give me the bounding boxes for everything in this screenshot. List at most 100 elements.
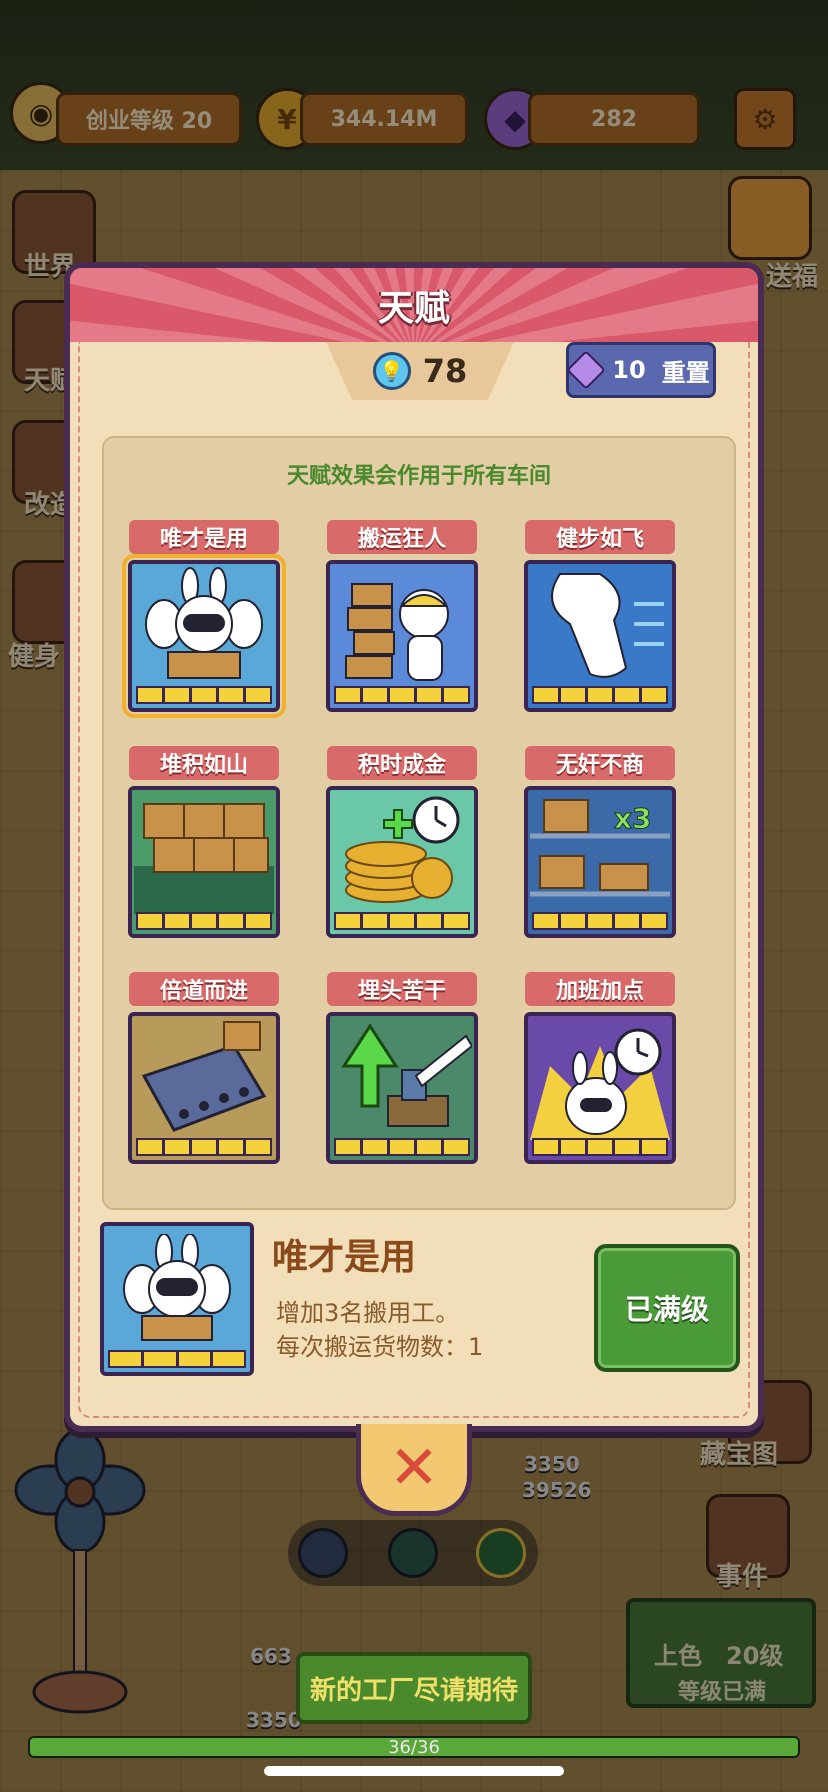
talent-level-bar — [136, 1138, 272, 1156]
level-segment — [363, 914, 387, 928]
level-segment — [390, 914, 414, 928]
level-segment — [561, 1140, 585, 1154]
talent-card[interactable] — [128, 786, 280, 938]
shelf-x3-icon: x3 — [528, 790, 672, 914]
close-button[interactable]: ✕ — [356, 1424, 472, 1516]
level-segment — [615, 688, 639, 702]
talent-item[interactable]: 埋头苦干 — [324, 972, 480, 1164]
level-segment — [615, 1140, 639, 1154]
level-segment — [246, 1140, 270, 1154]
level-segment — [444, 688, 468, 702]
talent-item[interactable]: 倍道而进 — [126, 972, 282, 1164]
talent-level-bar — [532, 912, 668, 930]
level-segment — [219, 688, 243, 702]
talent-name: 健步如飞 — [525, 520, 675, 554]
level-segment — [165, 688, 189, 702]
hammer-up-icon — [330, 1016, 474, 1140]
level-segment — [444, 1140, 468, 1154]
selected-talent-card — [100, 1222, 254, 1376]
level-segment — [363, 688, 387, 702]
coin-clock-icon — [330, 790, 474, 914]
talent-item[interactable]: 积时成金 — [324, 746, 480, 938]
level-segment — [363, 1140, 387, 1154]
home-indicator — [264, 1766, 564, 1776]
level-segment — [642, 914, 666, 928]
level-segment — [390, 688, 414, 702]
talent-card[interactable] — [326, 1012, 478, 1164]
level-segment — [417, 914, 441, 928]
talent-item[interactable]: 搬运狂人 — [324, 520, 480, 712]
level-segment — [192, 1140, 216, 1154]
talent-card[interactable] — [524, 560, 676, 712]
talent-level-bar — [334, 686, 470, 704]
overtime-clock-icon — [528, 1016, 672, 1140]
box-pile-icon — [132, 790, 276, 914]
reset-cost: 10 — [612, 356, 646, 384]
description-line-2: 每次搬运货物数：1 — [276, 1333, 484, 1361]
talent-level-bar — [532, 1138, 668, 1156]
level-segment — [588, 1140, 612, 1154]
level-segment — [246, 914, 270, 928]
level-segment — [336, 914, 360, 928]
svg-text:x3: x3 — [614, 802, 652, 835]
talent-card[interactable] — [326, 786, 478, 938]
running-leg-icon — [528, 564, 672, 688]
level-segment — [417, 1140, 441, 1154]
conveyor-icon — [132, 1016, 276, 1140]
level-segment — [561, 688, 585, 702]
talent-level-bar — [334, 1138, 470, 1156]
talent-card[interactable] — [122, 554, 286, 718]
new-factory-banner: 新的工厂尽请期待 — [296, 1652, 532, 1724]
reset-label: 重置 — [661, 358, 710, 387]
selected-talent-description: 增加3名搬用工。 每次搬运货物数：1 — [276, 1296, 483, 1364]
modal-title: 天赋 — [377, 288, 450, 329]
level-segment — [588, 688, 612, 702]
talent-item[interactable]: 唯才是用 — [122, 520, 286, 718]
level-segment — [219, 1140, 243, 1154]
talent-item[interactable]: 堆积如山 — [126, 746, 282, 938]
description-line-1: 增加3名搬用工。 — [276, 1299, 460, 1327]
selected-talent-level-bar — [108, 1350, 246, 1368]
lightbulb-icon: 💡 — [372, 352, 411, 390]
level-segment — [417, 688, 441, 702]
level-segment — [192, 688, 216, 702]
talent-item[interactable]: 无奸不商 x3 — [522, 746, 678, 938]
talent-level-bar — [136, 912, 272, 930]
talent-level-bar — [334, 912, 470, 930]
talent-name: 加班加点 — [525, 972, 675, 1006]
talent-level-bar — [532, 686, 668, 704]
factory-progress-bar: 36/36 — [28, 1736, 800, 1758]
talent-name: 堆积如山 — [129, 746, 279, 780]
talent-card[interactable] — [524, 1012, 676, 1164]
talent-effect-note: 天赋效果会作用于所有车间 — [286, 464, 551, 489]
talent-name: 无奸不商 — [525, 746, 675, 780]
talent-card[interactable]: x3 — [524, 786, 676, 938]
level-segment — [144, 1352, 176, 1366]
talent-name: 唯才是用 — [129, 520, 279, 554]
level-segment — [390, 1140, 414, 1154]
talent-card[interactable] — [128, 1012, 280, 1164]
level-segment — [534, 1140, 558, 1154]
level-segment — [444, 914, 468, 928]
talent-name: 积时成金 — [327, 746, 477, 780]
talent-item[interactable]: 加班加点 — [522, 972, 678, 1164]
level-segment — [219, 914, 243, 928]
talent-points-value: 78 — [422, 352, 468, 390]
max-level-button[interactable]: 已满级 — [594, 1244, 740, 1372]
talent-level-bar — [136, 686, 272, 704]
modal-header: 天赋 — [70, 268, 758, 342]
level-segment — [192, 914, 216, 928]
level-segment — [212, 1352, 244, 1366]
level-segment — [534, 914, 558, 928]
talent-item[interactable]: 健步如飞 — [522, 520, 678, 712]
gem-icon — [566, 350, 607, 390]
robot-rabbits-icon — [132, 564, 276, 688]
level-segment — [165, 1140, 189, 1154]
level-segment — [534, 688, 558, 702]
level-segment — [138, 914, 162, 928]
talent-card[interactable] — [326, 560, 478, 712]
level-segment — [336, 688, 360, 702]
reset-button[interactable]: 10 重置 — [566, 342, 716, 398]
talent-name: 埋头苦干 — [327, 972, 477, 1006]
talent-name: 搬运狂人 — [327, 520, 477, 554]
